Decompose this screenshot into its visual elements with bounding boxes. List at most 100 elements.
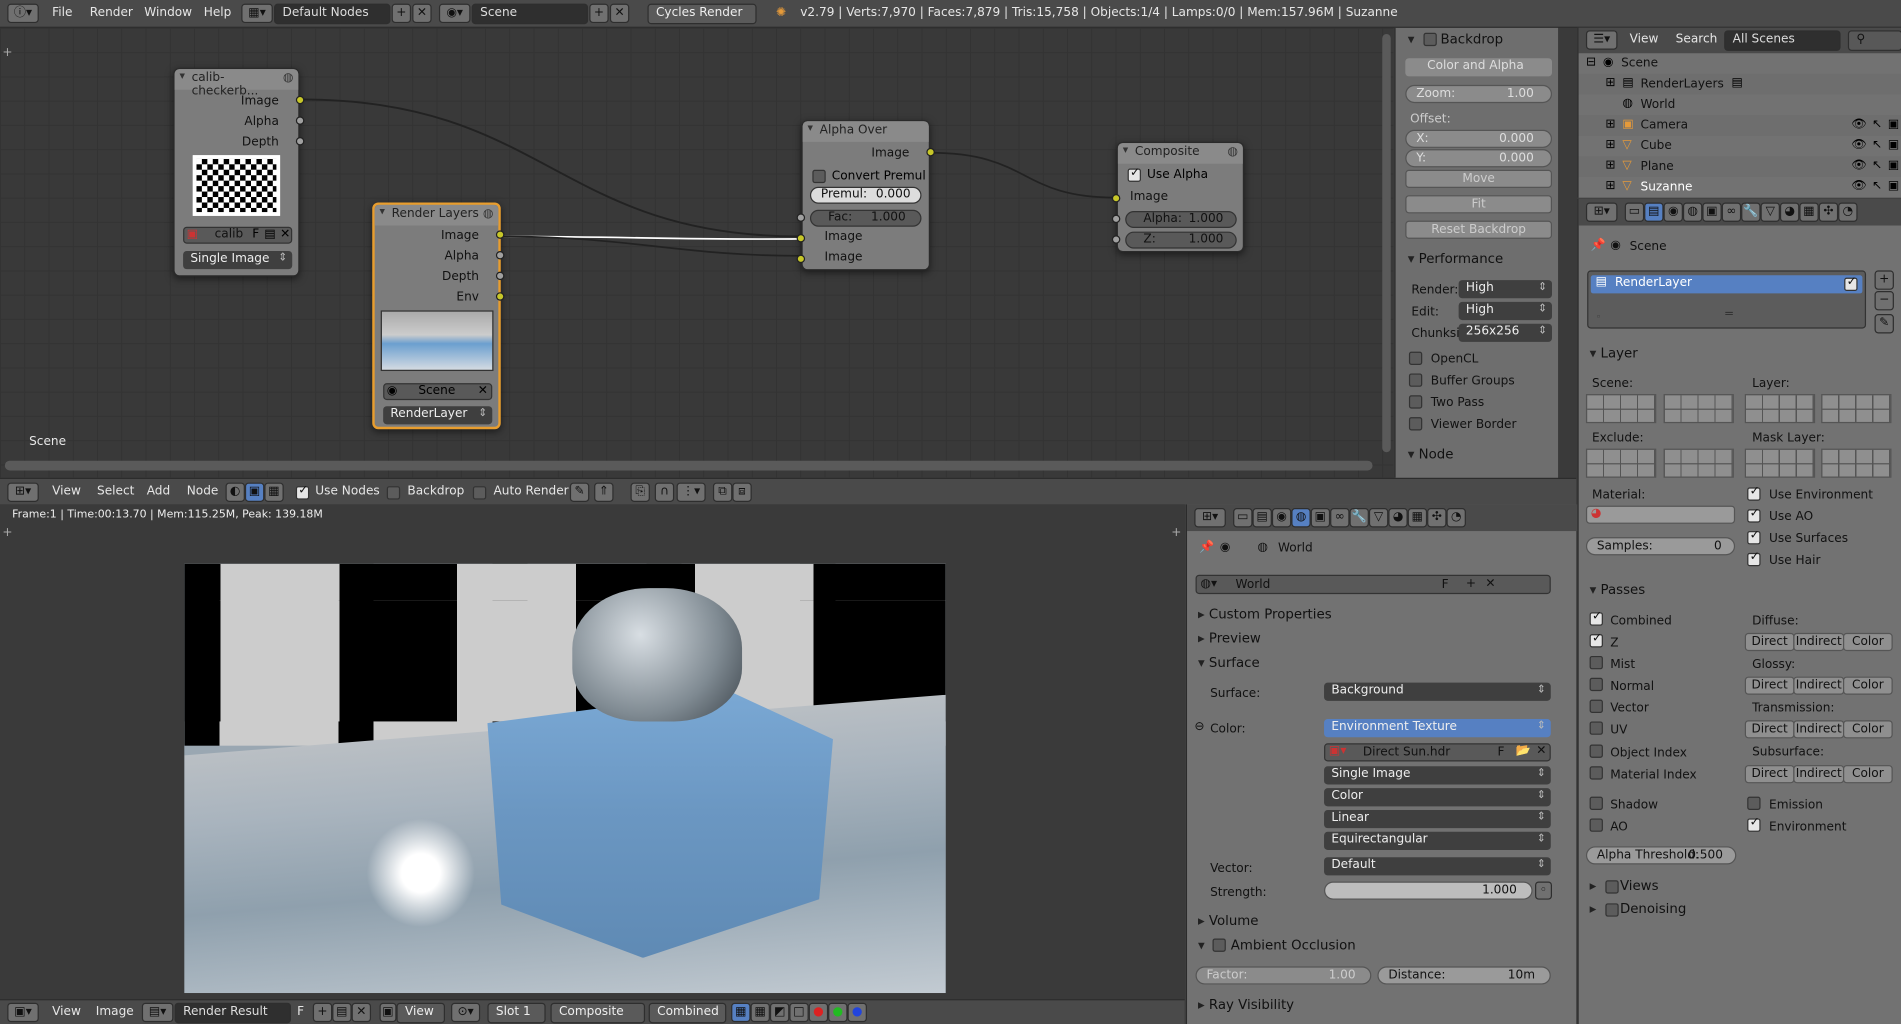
pin-icon[interactable]: 📌: [1199, 541, 1214, 554]
screen-layout-icon[interactable]: ▦▾: [241, 3, 273, 24]
object-index-pass-checkbox[interactable]: [1589, 744, 1603, 758]
menu-file[interactable]: File: [52, 6, 72, 19]
select-cursor-icon[interactable]: ↖: [1872, 179, 1882, 192]
transmission-indirect-button[interactable]: Indirect: [1793, 720, 1845, 739]
display-z-icon[interactable]: ◩: [769, 1002, 790, 1023]
scene-datablock[interactable]: ◉ Scene ✕: [383, 383, 493, 401]
alpha-field[interactable]: Alpha: 1.000: [1125, 210, 1237, 228]
denoising-header[interactable]: Denoising: [1590, 901, 1686, 917]
menu-help[interactable]: Help: [204, 6, 232, 19]
world-browse-icon[interactable]: ◍▾: [1200, 577, 1217, 590]
render-layer-dropdown[interactable]: RenderLayer: [383, 406, 493, 425]
editor-type-properties-icon[interactable]: ⊞▾: [1585, 202, 1618, 222]
outliner-scene-label[interactable]: Scene: [1621, 57, 1658, 70]
premul-value[interactable]: 0.000: [876, 188, 911, 201]
scene-tab-icon[interactable]: ◉: [1663, 202, 1683, 222]
image-browse-icon[interactable]: ▤▾: [141, 1002, 174, 1023]
fit-button[interactable]: Fit: [1405, 195, 1552, 214]
expand-icon[interactable]: ⊞: [1605, 179, 1615, 192]
object-tab-icon[interactable]: ▣: [1702, 202, 1722, 222]
render-layer-item[interactable]: RenderLayer: [1590, 275, 1863, 294]
outliner-plane-label[interactable]: Plane: [1641, 160, 1674, 173]
menu-render[interactable]: Render: [90, 6, 133, 19]
composite-node[interactable]: Composite ◍ Use Alpha Image Alpha: 1.000…: [1111, 141, 1245, 253]
z-value[interactable]: 1.000: [1189, 233, 1224, 246]
factor-value[interactable]: 1.00: [1329, 969, 1356, 982]
menu-view[interactable]: View: [1630, 33, 1659, 46]
parent-icon[interactable]: ⇑: [594, 482, 614, 502]
uv-pass-checkbox[interactable]: [1589, 721, 1603, 735]
scene-name[interactable]: Scene: [418, 384, 455, 397]
outliner-camera-label[interactable]: Camera: [1641, 119, 1689, 132]
transmission-color-button[interactable]: Color: [1843, 720, 1893, 739]
world-name-field[interactable]: World: [1236, 578, 1271, 591]
add-render-layer-icon[interactable]: +: [1874, 270, 1894, 290]
world-tab-icon[interactable]: ◍: [1682, 202, 1703, 222]
chunksize-dropdown[interactable]: 256x256: [1458, 323, 1552, 342]
menu-search[interactable]: Search: [1676, 33, 1718, 46]
unlink-image-icon[interactable]: ✕: [351, 1002, 372, 1023]
outliner-row[interactable]: ⊟ ◉ Scene: [1578, 53, 1901, 74]
select-cursor-icon[interactable]: ↖: [1872, 159, 1882, 172]
surface-header[interactable]: Surface: [1198, 655, 1260, 671]
menu-view[interactable]: View: [52, 1005, 81, 1018]
image-editor[interactable]: Frame:1 | Time:00:13.70 | Mem:115.25M, P…: [0, 504, 1185, 1000]
outliner-cube-label[interactable]: Cube: [1641, 139, 1672, 152]
input-image-socket[interactable]: [1111, 194, 1121, 203]
outliner-row[interactable]: ⊞ ▤ RenderLayers ▤: [1578, 73, 1901, 95]
diffuse-direct-button[interactable]: Direct: [1744, 632, 1795, 652]
premul-field[interactable]: Premul: 0.000: [809, 186, 922, 204]
expand-icon[interactable]: ⊞: [1605, 159, 1615, 172]
menu-window[interactable]: Window: [144, 6, 192, 19]
new-world-icon[interactable]: +: [1466, 577, 1476, 590]
samples-value[interactable]: 0: [1714, 540, 1722, 553]
green-channel-icon[interactable]: ●: [828, 1002, 848, 1023]
input-alpha-socket[interactable]: [1111, 214, 1121, 224]
add-layout-icon[interactable]: +: [391, 3, 412, 24]
edit-quality-dropdown[interactable]: High: [1458, 301, 1552, 321]
ao-distance-field[interactable]: Distance: 10m: [1377, 966, 1551, 985]
menu-image[interactable]: Image: [96, 1005, 134, 1018]
screen-layout-field[interactable]: Default Nodes: [274, 3, 391, 25]
shadow-pass-checkbox[interactable]: [1589, 796, 1603, 810]
mist-pass-checkbox[interactable]: [1589, 655, 1603, 670]
color-input-dropdown[interactable]: Environment Texture: [1324, 719, 1551, 738]
hdr-image-name[interactable]: Direct Sun.hdr: [1363, 746, 1450, 759]
mask-grid-2[interactable]: [1821, 448, 1892, 478]
render-layer-enable-checkbox[interactable]: [1844, 275, 1858, 291]
display-white-icon[interactable]: □: [789, 1002, 809, 1023]
render-tab-icon[interactable]: ▭: [1233, 508, 1253, 528]
strength-value[interactable]: 1.000: [1482, 884, 1517, 897]
image-node-title[interactable]: calib-checkerb...: [174, 69, 299, 98]
output-image-socket[interactable]: [926, 147, 935, 157]
input-image-2-socket[interactable]: [796, 254, 806, 264]
output-alpha-socket[interactable]: [495, 250, 505, 260]
input-fac-socket[interactable]: [796, 213, 806, 222]
outliner-row[interactable]: ⊞ ▣ Camera 👁 ↖ ▣: [1578, 115, 1901, 136]
composite-title[interactable]: Composite: [1117, 143, 1243, 164]
x-value[interactable]: 0.000: [1499, 132, 1534, 145]
image-name-field[interactable]: Render Result: [174, 1002, 291, 1024]
preview-header[interactable]: Preview: [1198, 631, 1261, 647]
texture-nodes-icon[interactable]: ▦: [264, 482, 284, 502]
performance-header[interactable]: Performance: [1408, 251, 1504, 267]
unlink-image-icon[interactable]: ✕: [280, 228, 290, 241]
material-override-field[interactable]: ◕: [1585, 505, 1736, 524]
environment-pass-checkbox[interactable]: [1747, 816, 1761, 832]
image-name[interactable]: calib: [215, 228, 244, 241]
slot-dropdown[interactable]: Slot 1: [487, 1002, 546, 1024]
projection-dropdown[interactable]: Equirectangular: [1324, 831, 1551, 850]
output-env-socket[interactable]: [495, 292, 505, 301]
offset-y-field[interactable]: Y: 0.000: [1405, 149, 1552, 168]
fake-user-button[interactable]: F: [252, 228, 259, 241]
render-layer-menu-icon[interactable]: ✎: [1874, 314, 1894, 334]
scene-field[interactable]: Scene: [471, 3, 589, 25]
copy-nodes-icon[interactable]: ⧉: [712, 482, 733, 502]
ao-pass-checkbox[interactable]: [1589, 818, 1603, 832]
strength-field[interactable]: 1.000: [1324, 881, 1533, 900]
output-depth-socket[interactable]: [295, 137, 305, 146]
views-header[interactable]: Views: [1590, 878, 1659, 894]
alpha-value[interactable]: 1.000: [1189, 212, 1224, 225]
use-alpha-checkbox[interactable]: [1127, 166, 1141, 182]
data-tab-icon[interactable]: ▽: [1760, 202, 1780, 222]
